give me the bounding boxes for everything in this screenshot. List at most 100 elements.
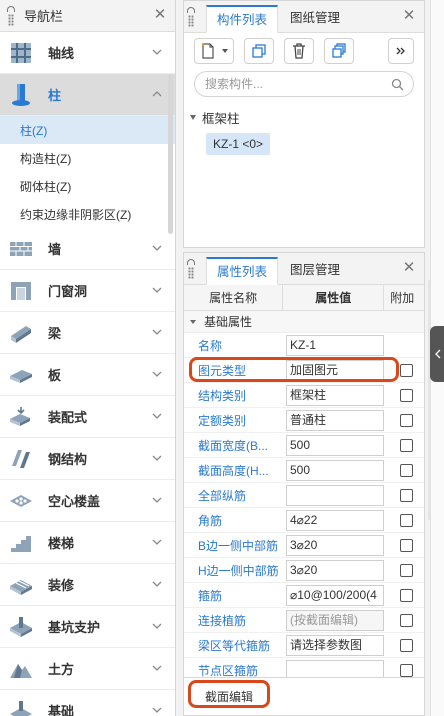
component-tabs: 构件列表 图纸管理 ✕ (184, 1, 424, 33)
property-name: 定额类别 (198, 413, 247, 428)
sub-item-constructional-column[interactable]: 构造柱(Z) (0, 144, 175, 172)
property-name: 名称 (198, 338, 223, 353)
search-input[interactable] (195, 72, 413, 96)
app-window: 导航栏 ✕ 轴线 柱 柱(Z) 构造柱(Z) 砌体柱(Z) 约束边缘非阴影区(Z… (0, 0, 444, 716)
tree-group-frame-column[interactable]: 框架柱 (190, 107, 424, 127)
additional-checkbox[interactable] (400, 638, 413, 652)
panel-drag-handle[interactable] (186, 6, 196, 28)
nav-item-hollow-floor[interactable]: 空心楼盖 (0, 480, 175, 522)
hollow-floor-icon (10, 494, 32, 507)
sub-item-constraint-edge[interactable]: 约束边缘非阴影区(Z) (0, 200, 175, 228)
property-name: 连接植筋 (198, 613, 247, 628)
layer-copy-button[interactable] (324, 38, 354, 64)
additional-checkbox[interactable] (400, 413, 413, 427)
delete-button[interactable] (284, 38, 314, 64)
properties-tabs: 属性列表 图层管理 ✕ (184, 253, 424, 285)
chevron-left-icon (435, 349, 441, 359)
chevron-down-icon (152, 287, 162, 293)
property-value-field[interactable] (286, 484, 384, 506)
property-value-field[interactable]: 请选择参数图 (286, 634, 384, 656)
nav-item-label: 基础 (48, 704, 75, 716)
tab-layer-management[interactable]: 图层管理 (280, 256, 350, 284)
layer-copy-icon (332, 43, 346, 58)
column-icon (12, 83, 30, 106)
property-group-basic[interactable]: 基础属性 (184, 311, 424, 333)
additional-checkbox[interactable] (400, 663, 413, 677)
panel-drag-handle[interactable] (186, 258, 196, 280)
nav-item-label: 装修 (48, 578, 75, 593)
close-icon[interactable]: ✕ (402, 8, 416, 23)
nav-item-label: 楼梯 (48, 536, 75, 551)
component-tree: 框架柱 KZ-1 <0> (184, 97, 424, 155)
tab-property-list[interactable]: 属性列表 (206, 257, 279, 285)
nav-item-foundation-pit[interactable]: 基坑支护 (0, 606, 175, 648)
property-value-field[interactable]: 500 (286, 434, 384, 456)
additional-checkbox[interactable] (400, 538, 413, 552)
sub-item-column-z[interactable]: 柱(Z) (0, 116, 175, 144)
nav-panel-title: 导航栏 (24, 9, 64, 24)
chevron-down-icon (152, 539, 162, 545)
additional-checkbox[interactable] (400, 563, 413, 577)
property-value-field[interactable]: 3⌀20 (286, 559, 384, 581)
nav-item-stairs[interactable]: 楼梯 (0, 522, 175, 564)
nav-item-wall[interactable]: 墙 (0, 228, 175, 270)
collapse-triangle-icon[interactable] (190, 319, 196, 324)
additional-checkbox[interactable] (400, 363, 413, 377)
additional-checkbox[interactable] (400, 588, 413, 602)
expand-triangle-icon[interactable] (190, 114, 196, 120)
property-row: 全部纵筋 (184, 483, 424, 508)
nav-item-steel[interactable]: 钢结构 (0, 438, 175, 480)
additional-checkbox[interactable] (400, 513, 413, 527)
additional-checkbox[interactable] (400, 438, 413, 452)
copy-button[interactable] (244, 38, 274, 64)
chevron-down-icon (152, 245, 162, 251)
nav-item-slab[interactable]: 板 (0, 354, 175, 396)
nav-item-label: 钢结构 (48, 452, 88, 467)
property-value-field[interactable] (286, 659, 384, 677)
additional-checkbox[interactable] (400, 463, 413, 477)
new-component-button[interactable] (194, 38, 234, 64)
property-value-field[interactable]: ⌀10@100/200(4 (286, 584, 384, 606)
property-value-field[interactable]: 框架柱 (286, 384, 384, 406)
search-icon[interactable] (391, 78, 404, 91)
copy-icon (252, 44, 266, 58)
nav-item-label: 土方 (48, 662, 75, 677)
tab-component-list[interactable]: 构件列表 (206, 5, 279, 33)
property-value-field[interactable]: KZ-1 (286, 334, 384, 356)
collapse-side-tab[interactable] (430, 326, 444, 382)
nav-item-prefab[interactable]: 装配式 (0, 396, 175, 438)
nav-item-column[interactable]: 柱 (0, 74, 175, 116)
nav-item-axis[interactable]: 轴线 (0, 32, 175, 74)
nav-scrollbar[interactable] (168, 74, 173, 234)
property-value-field[interactable]: 3⌀20 (286, 534, 384, 556)
more-button[interactable] (388, 38, 414, 64)
close-icon[interactable]: ✕ (153, 7, 167, 22)
tab-drawing-management[interactable]: 图纸管理 (280, 4, 350, 32)
property-rows: 名称 KZ-1 图元类型 加固图元 结构类别 框架柱 定额类别 普通柱 截面宽度(B... 500… (184, 333, 424, 677)
additional-checkbox[interactable] (400, 613, 413, 627)
property-value-field[interactable]: 加固图元 (286, 359, 384, 381)
sub-item-masonry-column[interactable]: 砌体柱(Z) (0, 172, 175, 200)
close-icon[interactable]: ✕ (402, 260, 416, 275)
tree-item-kz1[interactable]: KZ-1 <0> (206, 133, 271, 155)
nav-item-door-window[interactable]: 门窗洞 (0, 270, 175, 312)
nav-item-label: 梁 (48, 326, 62, 341)
property-value-field[interactable]: 4⌀22 (286, 509, 384, 531)
chevron-down-icon (152, 49, 162, 55)
nav-item-foundation[interactable]: 基础 (0, 690, 175, 716)
property-group-label: 基础属性 (204, 315, 253, 329)
nav-item-beam[interactable]: 梁 (0, 312, 175, 354)
section-edit-button[interactable]: 截面编辑 (188, 680, 270, 708)
property-name: 梁区等代箍筋 (198, 638, 271, 653)
nav-item-earthwork[interactable]: 土方 (0, 648, 175, 690)
nav-item-decoration[interactable]: 装修 (0, 564, 175, 606)
property-value-field[interactable]: (按截面编辑) (286, 609, 384, 631)
nav-item-label: 墙 (48, 242, 62, 257)
property-value-field[interactable]: 500 (286, 459, 384, 481)
property-value-field[interactable]: 普通柱 (286, 409, 384, 431)
nav-panel-header: 导航栏 ✕ (0, 0, 175, 32)
panel-drag-handle[interactable] (6, 5, 16, 27)
additional-checkbox[interactable] (400, 388, 413, 402)
additional-checkbox[interactable] (400, 488, 413, 502)
property-row: 截面高度(H... 500 (184, 458, 424, 483)
